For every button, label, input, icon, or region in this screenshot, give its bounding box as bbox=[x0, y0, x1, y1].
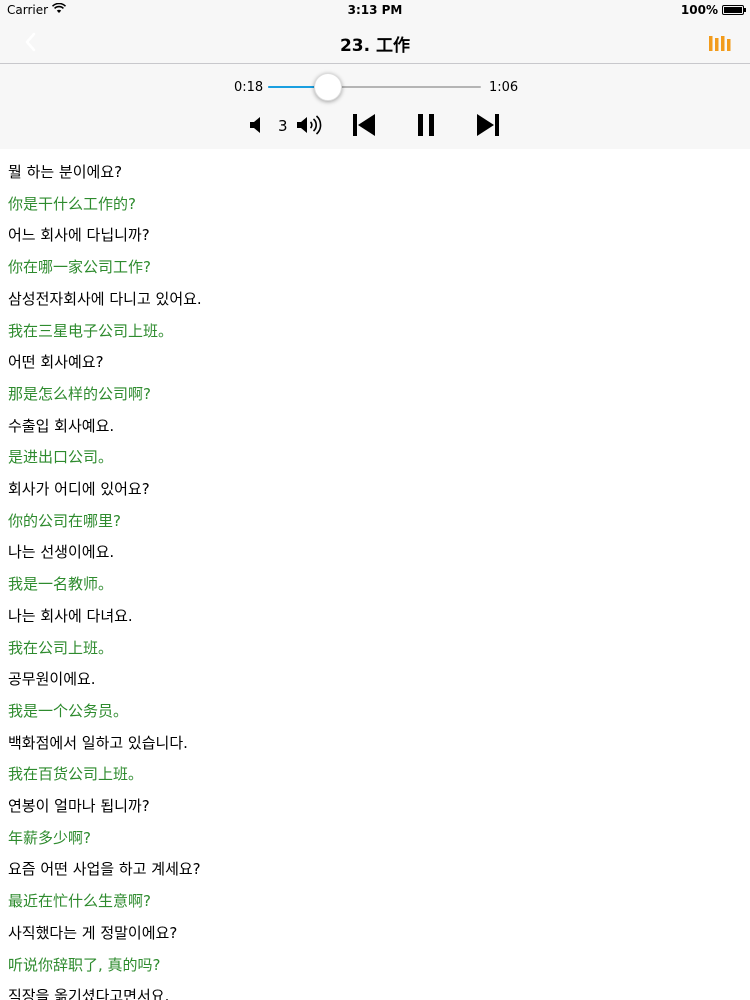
battery-icon bbox=[722, 5, 746, 15]
chinese-line[interactable]: 你的公司在哪里? bbox=[8, 511, 121, 531]
nav-bar: 23. 工作 bbox=[0, 20, 750, 64]
volume-level: 3 bbox=[278, 117, 288, 135]
page-title: 23. 工作 bbox=[339, 36, 411, 56]
bars-icon bbox=[709, 36, 731, 51]
progress-thumb[interactable] bbox=[313, 73, 342, 101]
korean-line[interactable]: 삼성전자회사에 다니고 있어요. bbox=[8, 289, 202, 309]
chinese-line[interactable]: 那是怎么样的公司啊? bbox=[8, 384, 151, 404]
volume-up-button[interactable] bbox=[294, 111, 326, 139]
korean-line[interactable]: 연봉이 얼마나 됩니까? bbox=[8, 796, 150, 816]
chinese-line[interactable]: 是进出口公司。 bbox=[8, 447, 113, 467]
audio-player: 0:18 1:06 3 bbox=[0, 64, 750, 149]
chinese-line[interactable]: 我在百货公司上班。 bbox=[8, 764, 143, 784]
skip-forward-icon bbox=[477, 114, 499, 136]
chinese-line[interactable]: 我是一名教师。 bbox=[8, 574, 113, 594]
volume-down-button[interactable] bbox=[246, 111, 268, 139]
speaker-high-icon bbox=[297, 115, 322, 135]
korean-line[interactable]: 어느 회사에 다닙니까? bbox=[8, 225, 150, 245]
chinese-line[interactable]: 我是一个公务员。 bbox=[8, 701, 128, 721]
status-right: 100% bbox=[680, 3, 746, 17]
korean-line[interactable]: 나는 선생이에요. bbox=[8, 542, 114, 562]
korean-line[interactable]: 회사가 어디에 있어요? bbox=[8, 479, 150, 499]
korean-line[interactable]: 공무원이에요. bbox=[8, 669, 96, 689]
korean-line[interactable]: 요즘 어떤 사업을 하고 계세요? bbox=[8, 859, 201, 879]
korean-line[interactable]: 직장을 옮기셨다고면서요. bbox=[8, 986, 169, 1000]
chinese-line[interactable]: 听说你辞职了, 真的吗? bbox=[8, 955, 161, 975]
speaker-low-icon bbox=[250, 117, 260, 133]
dialogue-list: 뭘 하는 분이에요? 你是干什么工作的? 어느 회사에 다닙니까? 你在哪一家公司工作… bbox=[0, 150, 750, 1000]
chinese-line[interactable]: 我在三星电子公司上班。 bbox=[8, 321, 173, 341]
progress-slider[interactable] bbox=[268, 73, 481, 101]
battery-percent: 100% bbox=[680, 3, 718, 17]
chinese-line[interactable]: 你是干什么工作的? bbox=[8, 194, 136, 214]
korean-line[interactable]: 사직했다는 게 정말이에요? bbox=[8, 923, 177, 943]
skip-back-icon bbox=[353, 114, 375, 136]
total-time: 1:06 bbox=[489, 80, 519, 95]
next-track-button[interactable] bbox=[474, 111, 502, 139]
status-bar: Carrier 3:13 PM 100% bbox=[0, 0, 750, 20]
chinese-line[interactable]: 你在哪一家公司工作? bbox=[8, 257, 151, 277]
pause-icon bbox=[418, 114, 434, 136]
status-time: 3:13 PM bbox=[347, 3, 403, 17]
chinese-line[interactable]: 最近在忙什么生意啊? bbox=[8, 891, 151, 911]
chinese-line[interactable]: 我在公司上班。 bbox=[8, 638, 113, 658]
current-time: 0:18 bbox=[234, 80, 264, 95]
korean-line[interactable]: 나는 회사에 다녀요. bbox=[8, 606, 133, 626]
korean-line[interactable]: 백화점에서 일하고 있습니다. bbox=[8, 733, 188, 753]
player-controls: 3 bbox=[0, 107, 750, 143]
korean-line[interactable]: 뭘 하는 분이에요? bbox=[8, 162, 122, 182]
korean-line[interactable]: 어떤 회사예요? bbox=[8, 352, 104, 372]
korean-line[interactable]: 수출입 회사예요. bbox=[8, 416, 114, 436]
pause-button[interactable] bbox=[412, 111, 440, 139]
previous-track-button[interactable] bbox=[350, 111, 378, 139]
playlist-button[interactable] bbox=[708, 34, 732, 52]
chinese-line[interactable]: 年薪多少啊? bbox=[8, 828, 91, 848]
